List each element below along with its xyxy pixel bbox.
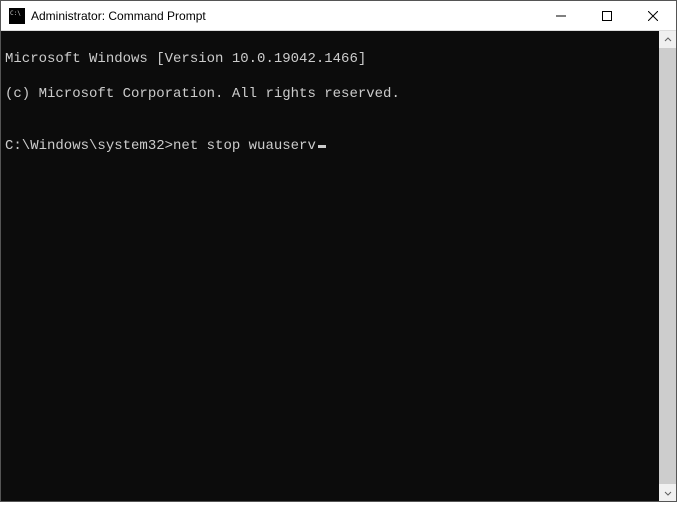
terminal-output[interactable]: Microsoft Windows [Version 10.0.19042.14… xyxy=(1,31,659,501)
scroll-thumb[interactable] xyxy=(659,48,676,484)
scroll-up-button[interactable] xyxy=(659,31,676,48)
scroll-track[interactable] xyxy=(659,48,676,484)
prompt-line: C:\Windows\system32> net stop wuauserv xyxy=(5,138,655,156)
command-prompt-window: Administrator: Command Prompt Microsoft … xyxy=(0,0,677,502)
window-controls xyxy=(538,1,676,30)
cmd-icon xyxy=(9,8,25,24)
close-button[interactable] xyxy=(630,1,676,30)
maximize-button[interactable] xyxy=(584,1,630,30)
titlebar[interactable]: Administrator: Command Prompt xyxy=(1,1,676,31)
window-body: Microsoft Windows [Version 10.0.19042.14… xyxy=(1,31,676,501)
output-line: Microsoft Windows [Version 10.0.19042.14… xyxy=(5,51,655,69)
vertical-scrollbar[interactable] xyxy=(659,31,676,501)
scroll-down-button[interactable] xyxy=(659,484,676,501)
window-title: Administrator: Command Prompt xyxy=(31,9,538,23)
output-line: (c) Microsoft Corporation. All rights re… xyxy=(5,86,655,104)
command-text: net stop wuauserv xyxy=(173,138,316,156)
prompt-text: C:\Windows\system32> xyxy=(5,138,173,156)
minimize-button[interactable] xyxy=(538,1,584,30)
cursor xyxy=(318,145,326,148)
